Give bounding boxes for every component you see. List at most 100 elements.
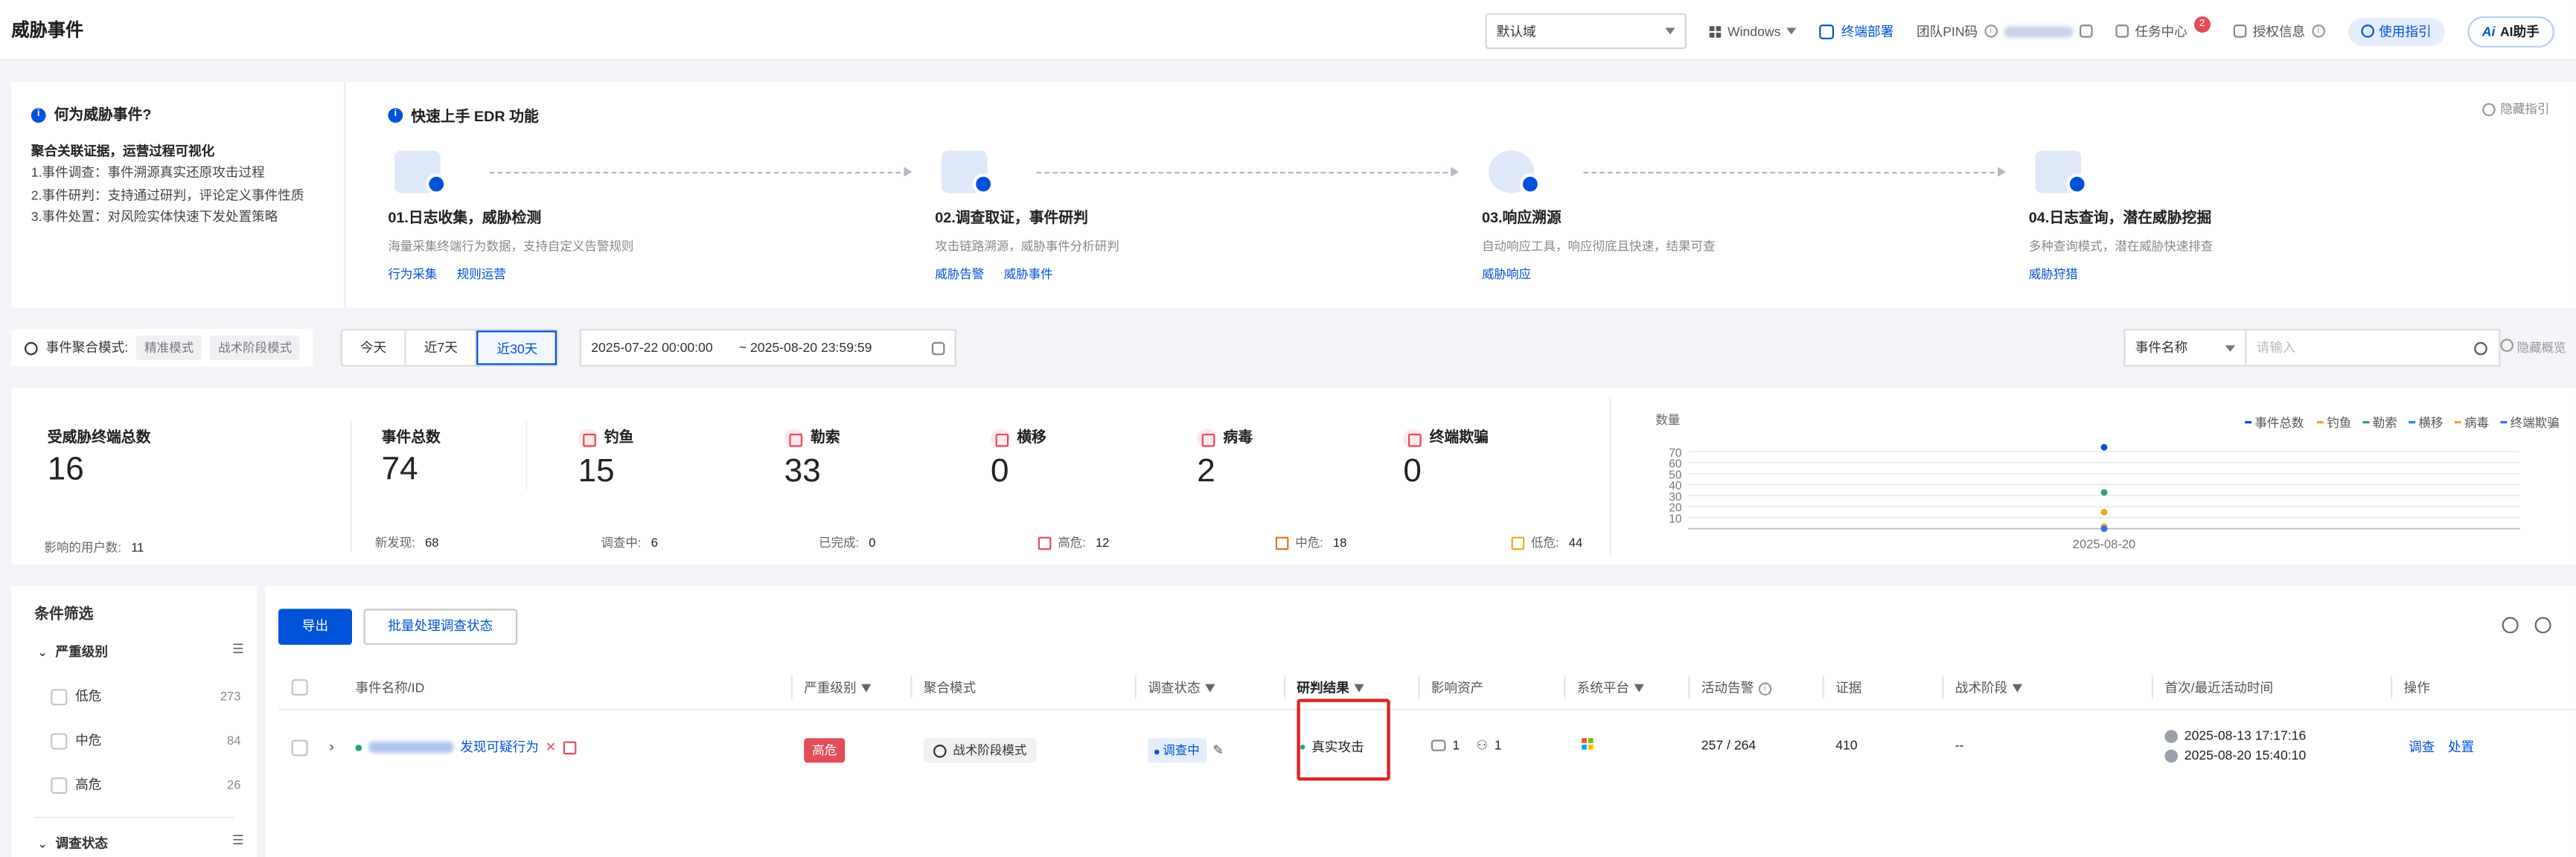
tactic-mode-option[interactable]: 战术阶段模式 [210,336,301,360]
windows-logo-icon [1582,738,1594,750]
col-alerts: 活动告警 i [1701,679,1772,697]
new-count: 新发现: 68 [374,535,439,551]
date-range-picker[interactable]: 2025-07-22 00:00:00 ~ 2025-08-20 23:59:5… [579,329,956,367]
legend-label: 病毒 [2464,416,2489,430]
calendar-icon [931,341,945,355]
copy-icon[interactable] [2079,25,2093,38]
phishing-icon [578,428,598,448]
severity-high-option[interactable]: 高危 [51,776,101,794]
time-range-tabs: 今天 近7天 近30天 [340,329,559,367]
ai-assistant-button[interactable]: Ai AI助手 [2467,15,2554,47]
threat-alert-link[interactable]: 威胁告警 [935,265,984,283]
deception-icon [1403,428,1423,448]
hide-overview-button[interactable]: 隐藏概览 [2500,338,2566,356]
verdict-cell[interactable]: 真实攻击 [1300,738,1364,756]
info-icon: i [31,108,46,123]
handle-link[interactable]: 处置 [2448,738,2474,756]
event-table-panel: 导出 批量处理调查状态 事件名称/ID 严重级别 聚合模式 调查状态 研判结果 … [265,585,2576,857]
option-count: 84 [227,733,241,748]
edit-pencil-icon[interactable]: ✎ [1212,743,1224,758]
col-actions: 操作 [2403,681,2430,696]
license-link[interactable]: 授权信息 i [2233,22,2325,40]
rule-ops-link[interactable]: 规则运营 [457,265,506,283]
col-time: 首次/最近活动时间 [2164,681,2274,696]
high-count: 高危: 12 [1038,533,1109,551]
col-status[interactable]: 调查状态 [1148,679,1215,697]
info-icon: i [1758,681,1772,695]
severity-low-option[interactable]: 低危 [51,687,101,705]
hunting-icon [2029,144,2097,203]
threat-hunting-link[interactable]: 威胁狩猎 [2029,265,2078,283]
info-icon: i [2311,25,2325,38]
status-cell[interactable]: 调查中 ✎ [1148,738,1224,763]
filter-icon [861,684,872,693]
hide-guide-button[interactable]: 隐藏指引 [2482,100,2549,118]
checkbox[interactable] [51,688,68,705]
step-connector [489,167,913,177]
sort-icon[interactable]: ☰ [232,641,244,656]
expand-row-icon[interactable]: › [329,738,334,754]
range-7d[interactable]: 近7天 [406,330,478,365]
col-verdict[interactable]: 研判结果 [1297,679,1364,697]
divider [34,816,234,818]
phishing-stat[interactable]: 钓鱼 15 [578,426,633,490]
ransomware-icon [784,428,805,448]
export-button[interactable]: 导出 [278,609,352,645]
chevron-down-icon: ⌄ [37,647,48,659]
intro-line: 1.事件调查：事件溯源真实还原攻击过程 [31,165,265,180]
chevron-down-icon [1787,28,1797,35]
search-icon[interactable] [2474,341,2487,355]
table-row[interactable]: › 发现可疑行为 ✕ 高危 战术阶段模式 调查中 ✎ 真实攻击 1 ⚇ 1 257 … [278,699,2576,784]
sort-icon[interactable]: ☰ [232,833,244,848]
domain-select[interactable]: 默认域 [1485,13,1687,50]
row-checkbox[interactable] [291,739,308,757]
refresh-icon[interactable] [2502,617,2519,634]
threat-event-link[interactable]: 威胁事件 [1004,265,1053,283]
mode-tag: 战术阶段模式 [923,738,1037,763]
investigate-link[interactable]: 调查 [2409,738,2435,756]
threat-response-link[interactable]: 威胁响应 [1482,265,1531,283]
col-platform[interactable]: 系统平台 [1577,679,1644,697]
settings-gear-icon[interactable] [2534,617,2551,634]
assets-cell[interactable]: 1 ⚇ 1 [1431,738,1502,753]
start-date: 2025-07-22 00:00:00 [591,340,713,356]
col-tactic[interactable]: 战术阶段 [1955,679,2022,697]
behavior-collect-link[interactable]: 行为采集 [388,265,437,283]
severity-group-toggle[interactable]: ⌄ 严重级别 [38,643,108,661]
search-field-select[interactable]: 事件名称 [2126,330,2247,365]
status-group-toggle[interactable]: ⌄ 调查状态 [38,835,108,853]
endpoint-deploy-link[interactable]: 终端部署 [1820,22,1893,40]
range-today[interactable]: 今天 [342,330,406,365]
filter-panel-title: 条件筛选 [34,606,94,622]
event-name-cell[interactable]: 发现可疑行为 ✕ [355,738,576,756]
end-date: ~ 2025-08-20 23:59:59 [738,340,872,356]
mode-cell: 战术阶段模式 [923,738,1037,763]
event-name-link[interactable]: 发现可疑行为 [460,738,539,756]
low-level-icon [1511,536,1525,551]
virus-stat[interactable]: 病毒 2 [1197,426,1253,490]
lateral-stat[interactable]: 横移 0 [991,426,1046,490]
os-select[interactable]: Windows [1709,24,1797,39]
checkbox[interactable] [51,732,68,749]
batch-status-button[interactable]: 批量处理调查状态 [363,609,518,645]
severity-mid-option[interactable]: 中危 [51,731,101,749]
precise-mode-option[interactable]: 精准模式 [136,336,202,360]
checkbox[interactable] [51,776,68,793]
select-all-checkbox[interactable] [291,679,308,696]
deception-stat[interactable]: 终端欺骗 0 [1403,426,1489,490]
range-30d[interactable]: 近30天 [477,330,557,365]
top-bar: 威胁事件 默认域 Windows 终端部署 团队PIN码 i 任务中心 2 授权信息… [0,0,2576,61]
chevron-down-icon: ⌄ [37,838,48,850]
ransomware-stat[interactable]: 勒索 33 [784,426,840,490]
aggregation-mode: 事件聚合模式: 精准模式 战术阶段模式 [11,329,313,367]
high-level-icon [1038,536,1052,551]
endpoints-stat: 受威胁终端总数 16 [47,428,151,488]
status-tag: 调查中 [1148,738,1206,763]
task-center-link[interactable]: 任务中心 2 [2115,16,2211,40]
usage-guide-button[interactable]: 使用指引 [2348,17,2445,45]
search-input[interactable]: 请输入 [2246,338,2474,356]
severity-cell: 高危 [804,738,846,763]
edr-guide-panel: i 何为威胁事件? 聚合关联证据，运营过程可视化 1.事件调查：事件溯源真实还原攻… [11,82,2576,308]
filter-icon [1634,684,1644,693]
col-severity[interactable]: 严重级别 [804,679,872,697]
